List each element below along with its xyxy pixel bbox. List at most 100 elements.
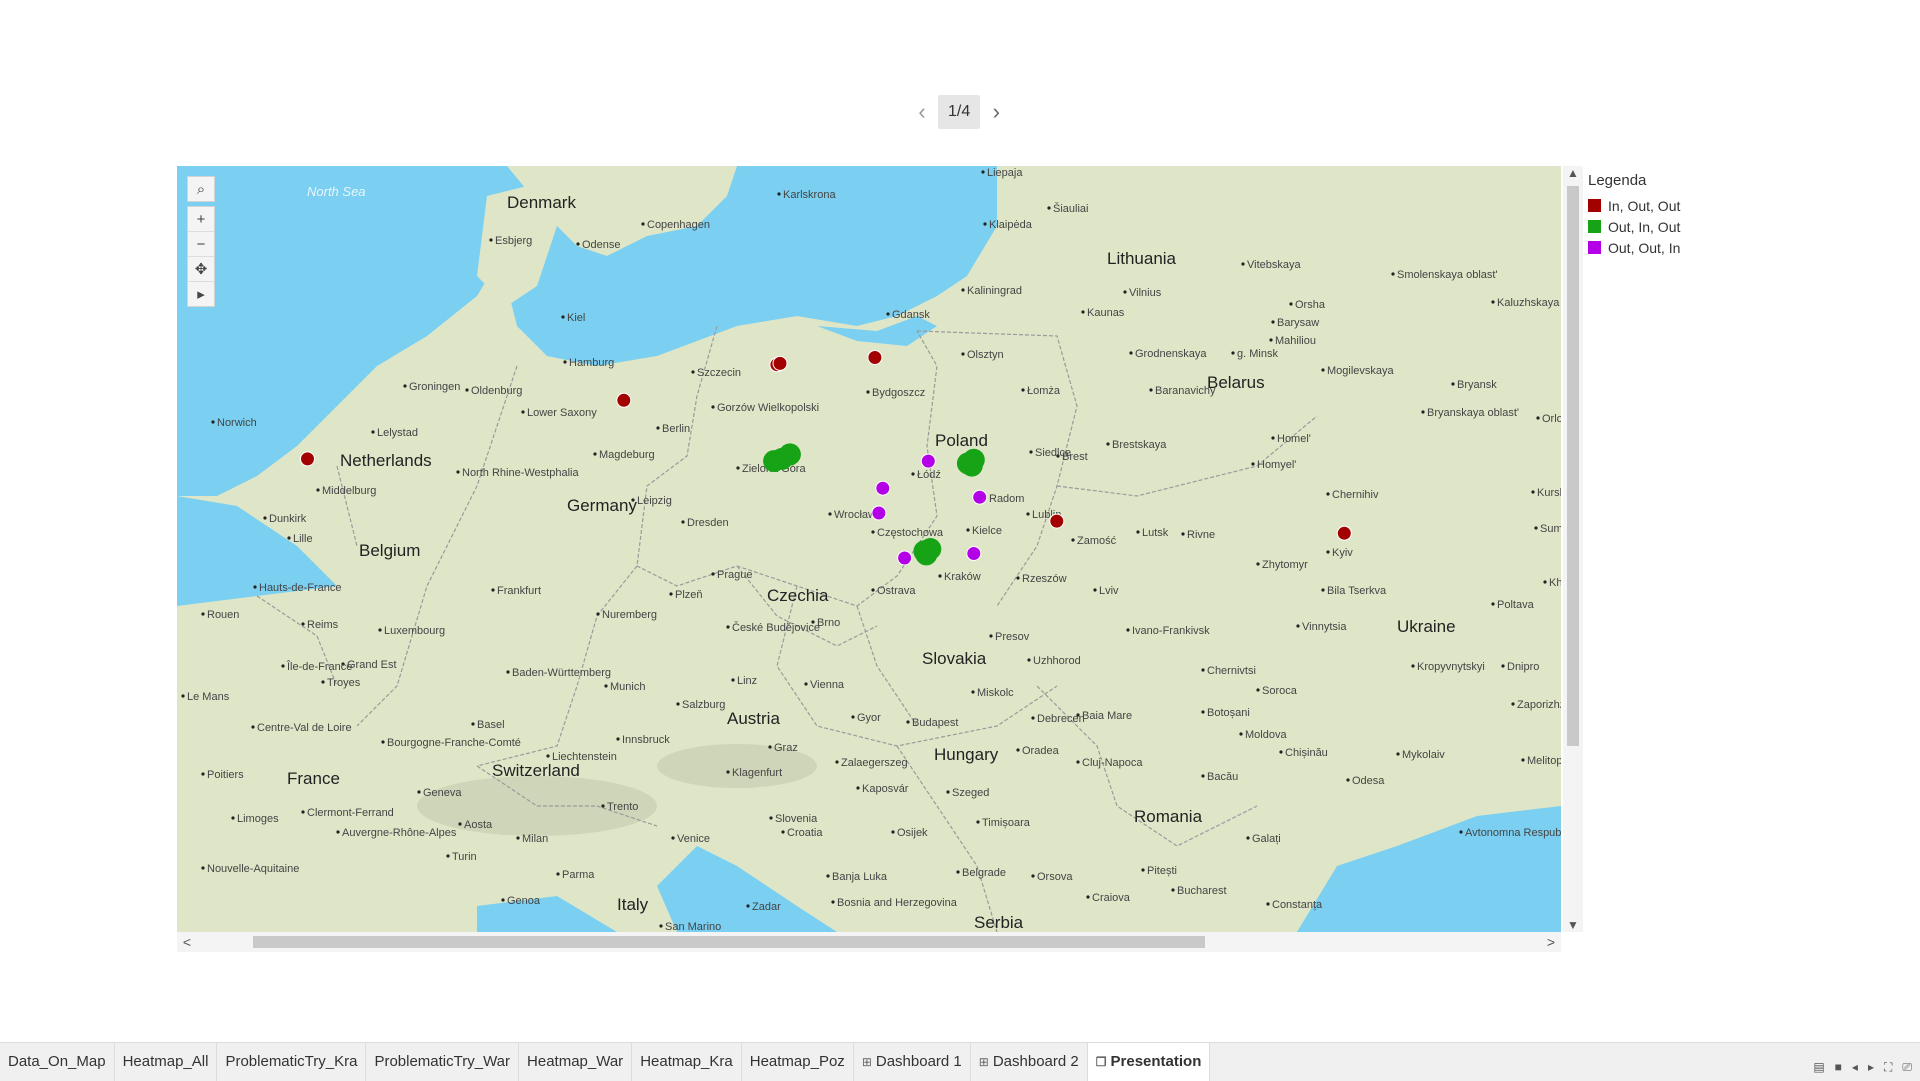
next-sheet-icon[interactable]: ▸ xyxy=(1868,1060,1874,1075)
city-label: Lviv xyxy=(1099,585,1119,597)
city-label: Zamość xyxy=(1077,535,1117,547)
city-dot xyxy=(981,170,985,174)
city-dot xyxy=(1459,830,1463,834)
map-point[interactable] xyxy=(772,355,788,371)
map-point[interactable] xyxy=(960,454,983,477)
city-label: Orsova xyxy=(1037,871,1073,883)
city-dot xyxy=(456,470,460,474)
legend-item[interactable]: In, Out, Out xyxy=(1588,195,1680,216)
city-dot xyxy=(911,472,915,476)
map-point[interactable] xyxy=(1336,525,1352,541)
country-label: Ukraine xyxy=(1397,617,1456,636)
scroll-up-arrow[interactable]: ▲ xyxy=(1563,166,1583,180)
tab-heatmap-poz[interactable]: Heatmap_Poz xyxy=(742,1043,854,1081)
map-point[interactable] xyxy=(867,350,883,365)
map-toolbar: ⌕ + − ✥ ▸ xyxy=(187,176,215,307)
horizontal-scroll-thumb[interactable] xyxy=(253,936,1205,948)
city-label: Hamburg xyxy=(569,357,614,369)
vertical-scrollbar[interactable]: ▲ ▼ xyxy=(1563,166,1583,932)
city-dot xyxy=(563,360,567,364)
city-dot xyxy=(971,690,975,694)
city-dot xyxy=(1093,588,1097,592)
scroll-left-arrow[interactable]: < xyxy=(177,932,197,952)
city-label: Orlo ob xyxy=(1542,413,1561,425)
pan-tool-icon[interactable]: ✥ xyxy=(188,257,214,282)
city-dot xyxy=(253,585,257,589)
map-point[interactable] xyxy=(300,451,315,467)
scroll-right-arrow[interactable]: > xyxy=(1541,932,1561,952)
city-label: Liechtenstein xyxy=(552,751,617,763)
map-search-icon[interactable]: ⌕ xyxy=(187,176,215,202)
city-label: Magdeburg xyxy=(599,449,655,461)
map-view[interactable]: North Sea Denmark Lithuania Belarus Netherla… xyxy=(177,166,1561,932)
tab-label: Heatmap_Kra xyxy=(640,1053,733,1070)
map-point[interactable] xyxy=(1049,513,1065,529)
city-label: Croatia xyxy=(787,827,823,839)
city-dot xyxy=(983,222,987,226)
tab-problematictry-war[interactable]: ProblematicTry_War xyxy=(366,1043,520,1081)
city-label: Wrocław xyxy=(834,509,876,521)
city-label: Olsztyn xyxy=(967,349,1004,361)
city-dot xyxy=(201,866,205,870)
tab-heatmap-war[interactable]: Heatmap_War xyxy=(519,1043,633,1081)
map-point[interactable] xyxy=(871,505,887,521)
city-label: Lutsk xyxy=(1142,527,1169,539)
city-label: Radom xyxy=(989,493,1024,505)
horizontal-scrollbar[interactable]: < > xyxy=(177,932,1561,952)
city-label: Mogilevskaya xyxy=(1327,365,1395,377)
tab-data-on-map[interactable]: Data_On_Map xyxy=(0,1043,115,1081)
city-label: Rivne xyxy=(1187,529,1215,541)
city-label: Bryanskaya oblast' xyxy=(1427,407,1519,419)
city-label: Kaunas xyxy=(1087,307,1125,319)
legend-item[interactable]: Out, Out, In xyxy=(1588,237,1680,258)
map-point[interactable] xyxy=(972,489,988,505)
city-label: Kaluzhskaya oblast' xyxy=(1497,297,1561,309)
map-point[interactable] xyxy=(616,392,632,408)
city-dot xyxy=(1251,462,1255,466)
prev-sheet-icon[interactable]: ◂ xyxy=(1852,1060,1858,1075)
map-canvas[interactable]: North Sea Denmark Lithuania Belarus Netherla… xyxy=(177,166,1561,932)
city-label: Kiel xyxy=(567,312,585,324)
vertical-scroll-thumb[interactable] xyxy=(1567,186,1579,746)
map-point[interactable] xyxy=(897,550,913,566)
tab-heatmap-all[interactable]: Heatmap_All xyxy=(115,1043,218,1081)
city-label: Timișoara xyxy=(982,817,1031,829)
city-dot xyxy=(1396,752,1400,756)
tab-heatmap-kra[interactable]: Heatmap_Kra xyxy=(632,1043,742,1081)
city-label: Nouvelle-Aquitaine xyxy=(207,863,299,875)
city-dot xyxy=(976,820,980,824)
map-point[interactable] xyxy=(915,543,938,566)
fullscreen-icon[interactable]: ⛶ xyxy=(1884,1060,1892,1075)
city-dot xyxy=(556,872,560,876)
expand-toolbar-icon[interactable]: ▸ xyxy=(188,282,214,306)
tab-presentation[interactable]: ❒ Presentation xyxy=(1087,1043,1211,1081)
tab-dashboard-2[interactable]: ⊞ Dashboard 2 xyxy=(971,1043,1088,1081)
map-point[interactable] xyxy=(875,480,891,496)
tab-dashboard-1[interactable]: ⊞ Dashboard 1 xyxy=(854,1043,971,1081)
city-label: Smolenskaya oblast' xyxy=(1397,269,1498,281)
zoom-out-button[interactable]: − xyxy=(188,232,214,257)
map-point[interactable] xyxy=(763,450,786,473)
next-page-button[interactable]: › xyxy=(984,99,1008,125)
city-dot xyxy=(561,315,565,319)
city-label: Oldenburg xyxy=(471,385,522,397)
scroll-down-arrow[interactable]: ▼ xyxy=(1563,918,1583,932)
tab-problematictry-kra[interactable]: ProblematicTry_Kra xyxy=(217,1043,367,1081)
city-label: Auvergne-Rhône-Alpes xyxy=(342,827,457,839)
legend-item[interactable]: Out, In, Out xyxy=(1588,216,1680,237)
map-point[interactable] xyxy=(966,546,982,561)
prev-page-button[interactable]: ‹ xyxy=(910,99,934,125)
city-label: Lower Saxony xyxy=(527,407,597,419)
legend-swatch xyxy=(1588,220,1601,233)
city-dot xyxy=(871,588,875,592)
filmstrip-icon[interactable]: ■ xyxy=(1835,1060,1842,1075)
presentation-mode-icon[interactable]: ⎚ xyxy=(1902,1060,1912,1075)
city-label: Baia Mare xyxy=(1082,710,1132,722)
show-sheets-icon[interactable]: ▤ xyxy=(1813,1060,1824,1075)
city-label: Brno xyxy=(817,617,840,629)
country-label: Austria xyxy=(727,709,780,728)
map-point[interactable] xyxy=(920,453,936,469)
city-dot xyxy=(671,836,675,840)
city-dot xyxy=(1081,310,1085,314)
zoom-in-button[interactable]: + xyxy=(188,207,214,232)
